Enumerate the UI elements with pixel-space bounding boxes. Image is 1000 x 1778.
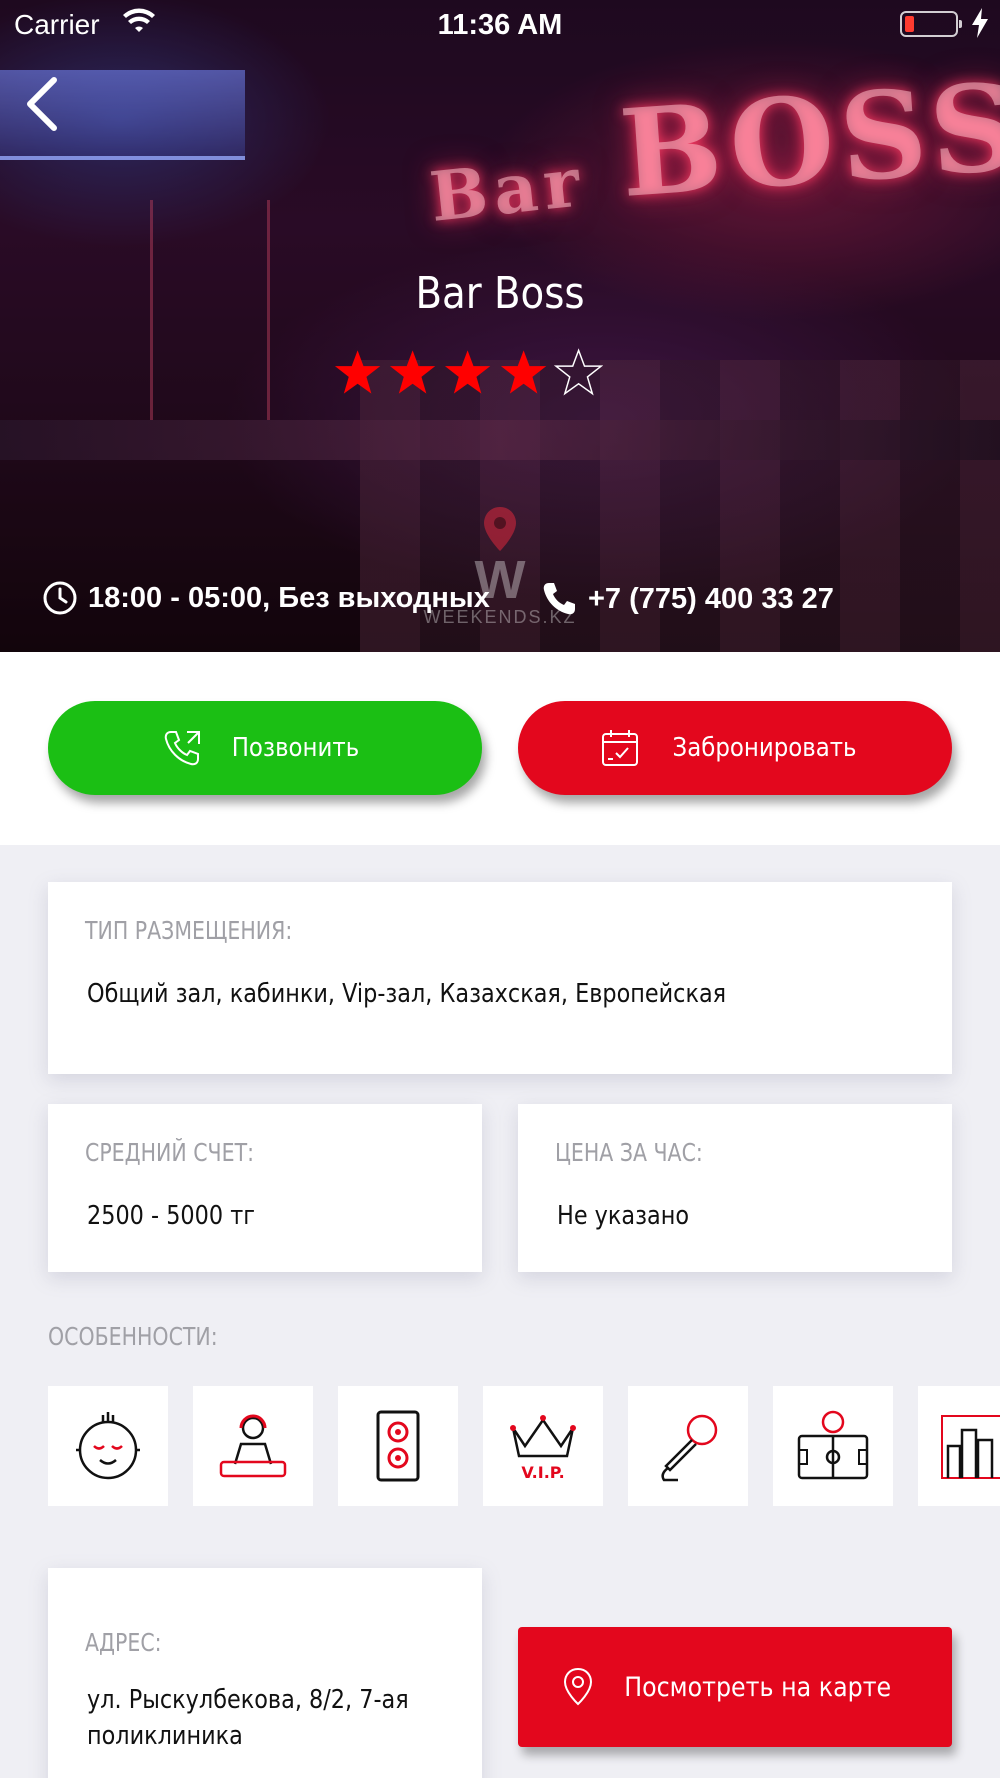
address-value: ул. Рыскулбекова, 8/2, 7-ая поликлиника: [87, 1685, 409, 1751]
phone-text: +7 (775) 400 33 27: [588, 582, 834, 615]
action-bar: Позвонить Забронировать: [0, 652, 1000, 845]
star-rating: [333, 347, 604, 401]
feature-item-sports[interactable]: [773, 1386, 893, 1506]
sports-screen-icon: [797, 1410, 869, 1480]
star-filled-icon: [390, 350, 436, 394]
book-button-label: Забронировать: [672, 733, 858, 763]
placement-label: ТИП РАЗМЕЩЕНИЯ:: [85, 916, 293, 945]
city-view-icon: [941, 1415, 1000, 1479]
average-bill-label: СРЕДНИЙ СЧЕТ:: [85, 1138, 254, 1167]
feature-item-dj[interactable]: [193, 1386, 313, 1506]
phone-icon: [543, 583, 575, 615]
phone-link[interactable]: +7 (775) 400 33 27: [540, 580, 834, 618]
average-bill-card: СРЕДНИЙ СЧЕТ: 2500 - 5000 тг: [48, 1104, 482, 1272]
feature-item-karaoke[interactable]: [628, 1386, 748, 1506]
venue-title: Bar Boss: [415, 268, 585, 319]
call-button-label: Позвонить: [231, 733, 359, 763]
vip-crown-icon: V.I.P.: [510, 1415, 576, 1482]
kids-face-icon: [76, 1412, 140, 1480]
back-button[interactable]: [22, 72, 72, 132]
call-button[interactable]: Позвонить: [48, 701, 482, 795]
karaoke-microphone-icon: [661, 1414, 718, 1482]
battery-low-icon: [900, 11, 962, 37]
average-bill-value: 2500 - 5000 тг: [87, 1201, 255, 1231]
status-bar: Carrier 11:36 AM: [0, 0, 1000, 50]
star-filled-icon: [334, 350, 381, 394]
star-filled-icon: [500, 350, 546, 394]
charging-bolt-icon: [972, 8, 988, 38]
placement-card: ТИП РАЗМЕЩЕНИЯ: Общий зал, кабинки, Vip-…: [48, 882, 952, 1074]
address-card: АДРЕС: ул. Рыскулбекова, 8/2, 7-ая полик…: [48, 1568, 482, 1778]
feature-item-kids[interactable]: [48, 1386, 168, 1506]
hero-bar-counter: [0, 420, 1000, 460]
hourly-price-value: Не указано: [557, 1201, 690, 1231]
clock-icon: [43, 581, 77, 615]
hourly-price-label: ЦЕНА ЗА ЧАС:: [555, 1138, 703, 1167]
venue-hero: Bar BOSS W WEEKENDS.KZ: [0, 0, 1000, 652]
phone-call-icon: [164, 731, 200, 766]
feature-item-city-view[interactable]: [918, 1386, 1000, 1506]
view-on-map-label: Посмотреть на карте: [624, 1671, 892, 1703]
feature-item-speaker[interactable]: [338, 1386, 458, 1506]
watermark-pin-icon: [484, 507, 516, 551]
features-list[interactable]: V.I.P.: [48, 1386, 1000, 1506]
star-filled-icon: [445, 350, 491, 394]
calendar-check-icon: [602, 730, 639, 766]
working-hours: 18:00 - 05:00, Без выходных: [42, 580, 490, 616]
book-button[interactable]: Забронировать: [518, 701, 952, 795]
dj-icon: [219, 1414, 287, 1478]
status-time: 11:36 AM: [437, 9, 563, 41]
star-empty-icon: [553, 348, 604, 396]
neon-sign-boss: BOSS: [615, 56, 1000, 225]
vip-text: V.I.P.: [521, 1463, 564, 1482]
view-on-map-button[interactable]: Посмотреть на карте: [518, 1627, 952, 1747]
placement-value: Общий зал, кабинки, Vip-зал, Казахская, …: [87, 979, 727, 1009]
address-label: АДРЕС:: [85, 1628, 162, 1657]
speaker-icon: [376, 1410, 420, 1482]
map-pin-icon: [564, 1667, 593, 1706]
neon-sign-bar: Bar: [426, 142, 590, 238]
hours-text: 18:00 - 05:00, Без выходных: [88, 581, 490, 614]
hourly-price-card: ЦЕНА ЗА ЧАС: Не указано: [518, 1104, 952, 1272]
feature-item-vip[interactable]: V.I.P.: [483, 1386, 603, 1506]
chevron-left-icon: [27, 77, 57, 131]
features-title: ОСОБЕННОСТИ:: [48, 1322, 218, 1351]
